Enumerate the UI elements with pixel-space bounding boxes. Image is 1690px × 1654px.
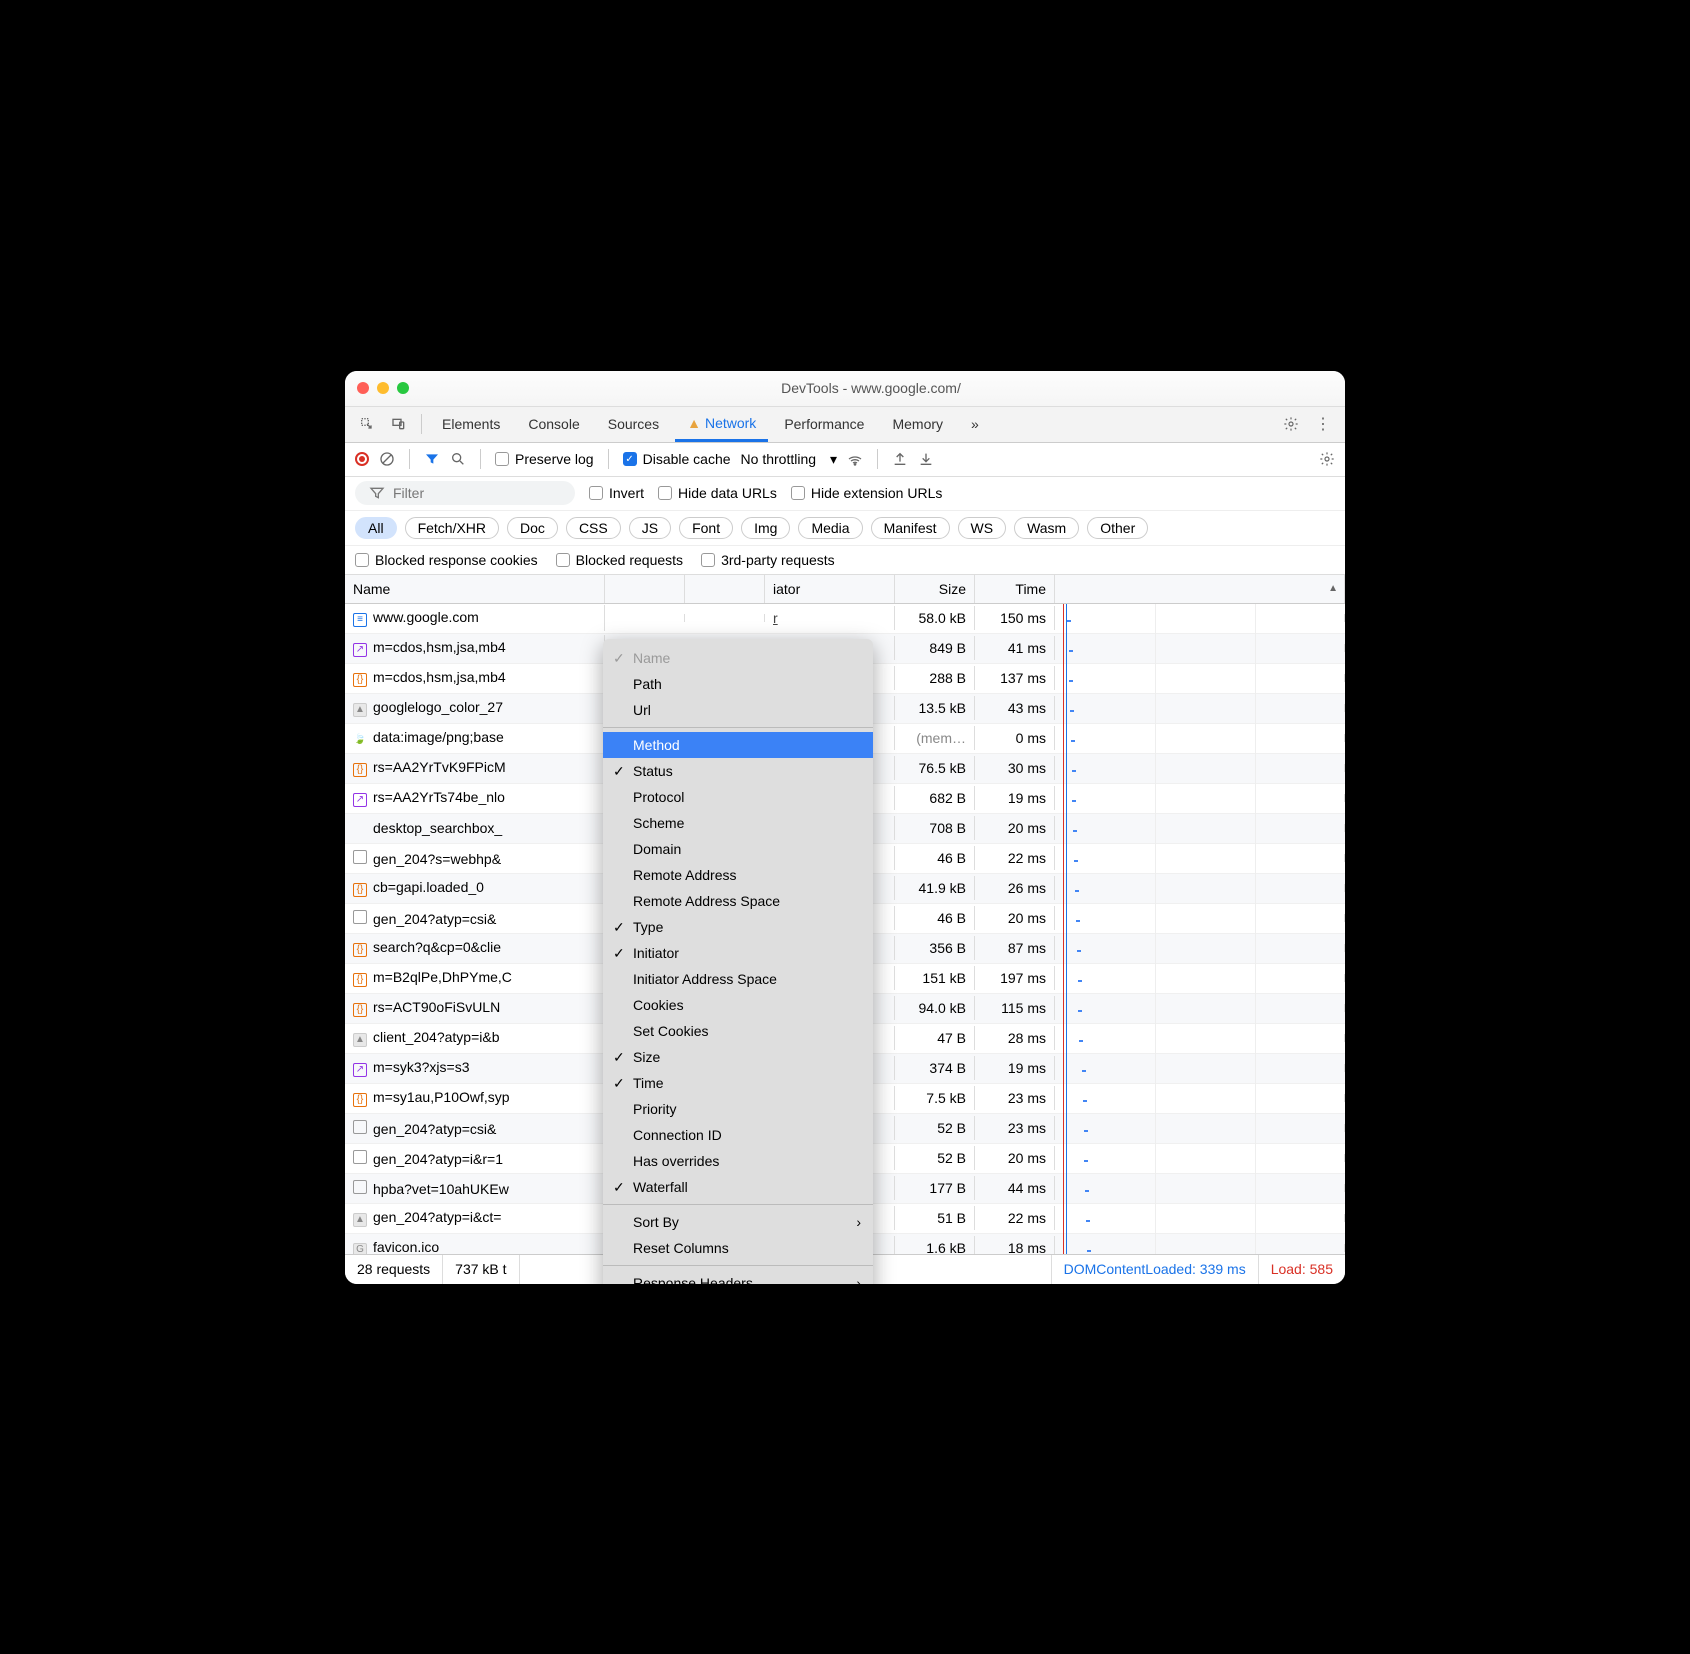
traffic-lights <box>357 382 409 394</box>
ctx-response-headers[interactable]: Response Headers› <box>603 1270 873 1284</box>
ctx-set-cookies[interactable]: Set Cookies <box>603 1018 873 1044</box>
ctx-sort-by[interactable]: Sort By› <box>603 1209 873 1235</box>
stat-transferred: 737 kB t <box>443 1255 519 1284</box>
ctx-priority[interactable]: Priority <box>603 1096 873 1122</box>
ctx-scheme[interactable]: Scheme <box>603 810 873 836</box>
request-row[interactable]: ≡www.google.comr58.0 kB150 ms <box>345 604 1345 634</box>
download-har-icon[interactable] <box>918 451 934 467</box>
col-name[interactable]: Name <box>345 575 605 603</box>
network-conditions-icon[interactable] <box>847 451 863 467</box>
window-title: DevTools - www.google.com/ <box>409 380 1333 396</box>
tab-memory[interactable]: Memory <box>880 407 955 442</box>
column-context-menu[interactable]: ✓NamePathUrl Method✓StatusProtocolSchemeD… <box>603 639 873 1284</box>
tab-sources[interactable]: Sources <box>596 407 671 442</box>
chip-font[interactable]: Font <box>679 517 733 539</box>
ctx-method[interactable]: Method <box>603 732 873 758</box>
ctx-size[interactable]: ✓Size <box>603 1044 873 1070</box>
zoom-icon[interactable] <box>397 382 409 394</box>
chip-media[interactable]: Media <box>798 517 862 539</box>
col-type[interactable] <box>685 575 765 603</box>
filter-bar: Filter Invert Hide data URLs Hide extens… <box>345 477 1345 511</box>
col-status[interactable] <box>605 575 685 603</box>
col-initiator[interactable]: iator <box>765 575 895 603</box>
blocked-requests-checkbox[interactable]: Blocked requests <box>556 552 683 568</box>
hide-data-urls-checkbox[interactable]: Hide data URLs <box>658 485 777 501</box>
chip-doc[interactable]: Doc <box>507 517 558 539</box>
more-tabs-button[interactable]: » <box>959 407 991 442</box>
chip-wasm[interactable]: Wasm <box>1014 517 1079 539</box>
chip-manifest[interactable]: Manifest <box>871 517 950 539</box>
chip-css[interactable]: CSS <box>566 517 621 539</box>
network-toolbar: Preserve log ✓Disable cache No throttlin… <box>345 443 1345 477</box>
filter-input[interactable]: Filter <box>355 481 575 505</box>
ctx-url[interactable]: Url <box>603 697 873 723</box>
hide-ext-urls-checkbox[interactable]: Hide extension URLs <box>791 485 943 501</box>
extra-filters: Blocked response cookies Blocked request… <box>345 546 1345 575</box>
col-waterfall[interactable]: ▲ <box>1055 575 1345 603</box>
device-toggle-icon[interactable] <box>385 410 413 438</box>
inspect-icon[interactable] <box>353 410 381 438</box>
tab-performance[interactable]: Performance <box>772 407 876 442</box>
tab-elements[interactable]: Elements <box>430 407 512 442</box>
ctx-name: ✓Name <box>603 645 873 671</box>
invert-checkbox[interactable]: Invert <box>589 485 644 501</box>
ctx-has-overrides[interactable]: Has overrides <box>603 1148 873 1174</box>
close-icon[interactable] <box>357 382 369 394</box>
ctx-type[interactable]: ✓Type <box>603 914 873 940</box>
upload-har-icon[interactable] <box>892 451 908 467</box>
third-party-checkbox[interactable]: 3rd-party requests <box>701 552 835 568</box>
record-icon[interactable] <box>355 452 369 466</box>
tab-console[interactable]: Console <box>516 407 591 442</box>
ctx-reset-columns[interactable]: Reset Columns <box>603 1235 873 1261</box>
ctx-initiator[interactable]: ✓Initiator <box>603 940 873 966</box>
ctx-remote-address-space[interactable]: Remote Address Space <box>603 888 873 914</box>
disable-cache-checkbox[interactable]: ✓Disable cache <box>623 451 731 467</box>
col-size[interactable]: Size <box>895 575 975 603</box>
blocked-cookies-checkbox[interactable]: Blocked response cookies <box>355 552 538 568</box>
panel-tabs: ElementsConsoleSources▲ NetworkPerforman… <box>345 407 1345 443</box>
grid-header[interactable]: Name iator Size Time ▲ <box>345 575 1345 604</box>
tab-network[interactable]: ▲ Network <box>675 407 768 442</box>
settings-icon[interactable] <box>1277 410 1305 438</box>
search-icon[interactable] <box>450 451 466 467</box>
funnel-icon <box>369 485 385 501</box>
stat-requests: 28 requests <box>345 1255 443 1284</box>
throttling-select[interactable]: No throttling▾ <box>741 451 838 468</box>
col-time[interactable]: Time <box>975 575 1055 603</box>
ctx-domain[interactable]: Domain <box>603 836 873 862</box>
ctx-path[interactable]: Path <box>603 671 873 697</box>
ctx-initiator-address-space[interactable]: Initiator Address Space <box>603 966 873 992</box>
chip-ws[interactable]: WS <box>958 517 1007 539</box>
ctx-cookies[interactable]: Cookies <box>603 992 873 1018</box>
chip-img[interactable]: Img <box>741 517 790 539</box>
chip-other[interactable]: Other <box>1087 517 1148 539</box>
ctx-waterfall[interactable]: ✓Waterfall <box>603 1174 873 1200</box>
devtools-window: DevTools - www.google.com/ ElementsConso… <box>345 371 1345 1284</box>
chip-fetchxhr[interactable]: Fetch/XHR <box>405 517 499 539</box>
kebab-icon[interactable]: ⋮ <box>1309 410 1337 438</box>
network-settings-icon[interactable] <box>1319 451 1335 467</box>
minimize-icon[interactable] <box>377 382 389 394</box>
ctx-time[interactable]: ✓Time <box>603 1070 873 1096</box>
stat-load: Load: 585 <box>1259 1255 1345 1284</box>
chip-all[interactable]: All <box>355 517 397 539</box>
stat-domcontentloaded: DOMContentLoaded: 339 ms <box>1052 1255 1259 1284</box>
ctx-status[interactable]: ✓Status <box>603 758 873 784</box>
filter-icon[interactable] <box>424 451 440 467</box>
titlebar: DevTools - www.google.com/ <box>345 371 1345 407</box>
type-chips: All Fetch/XHR Doc CSS JS Font Img Media Manifest… <box>345 511 1345 546</box>
ctx-connection-id[interactable]: Connection ID <box>603 1122 873 1148</box>
ctx-protocol[interactable]: Protocol <box>603 784 873 810</box>
clear-icon[interactable] <box>379 451 395 467</box>
ctx-remote-address[interactable]: Remote Address <box>603 862 873 888</box>
chip-js[interactable]: JS <box>629 517 671 539</box>
preserve-log-checkbox[interactable]: Preserve log <box>495 451 594 467</box>
